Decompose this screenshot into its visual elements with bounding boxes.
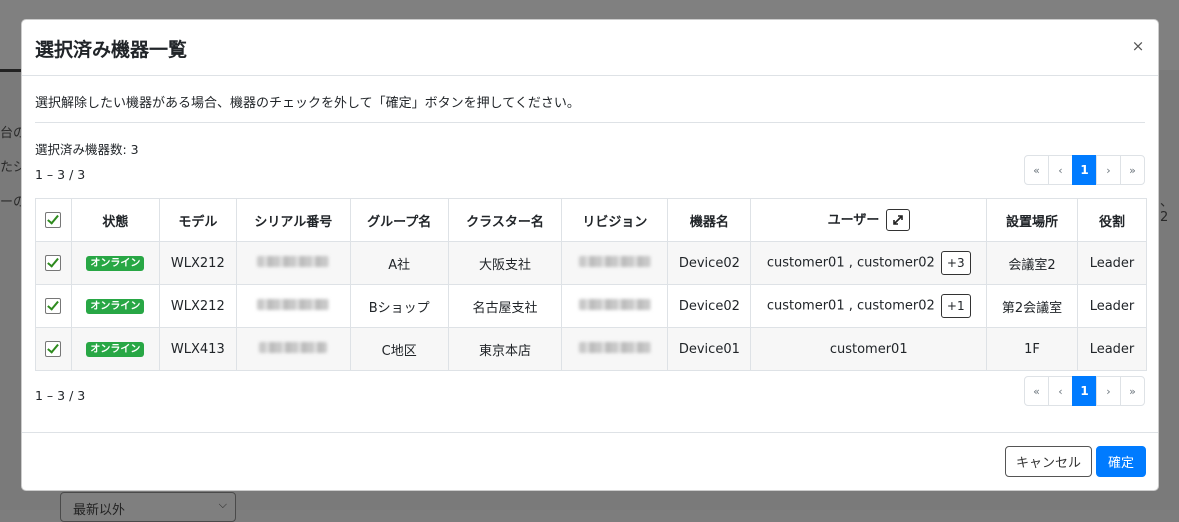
user-list: customer01 , customer02	[766, 255, 935, 271]
table-header-row: 状態 モデル シリアル番号 グループ名 クラスター名 リビジョン 機器名 ユーザ…	[35, 198, 1148, 242]
column-header-group: グループ名	[349, 198, 449, 242]
expand-icon[interactable]	[885, 209, 910, 232]
table-row: オンライン WLX413 C地区 東京本店 Device01 customer0…	[35, 327, 1148, 371]
table-row: オンライン WLX212 Bショップ 名古屋支社 Device02 custom…	[35, 284, 1148, 328]
modal-footer: キャンセル 確定	[22, 432, 1158, 490]
role-cell: Leader	[1076, 284, 1148, 328]
select-all-checkbox[interactable]	[45, 212, 62, 228]
location-cell: 第2会議室	[986, 284, 1078, 328]
column-header-revision: リビジョン	[561, 198, 669, 242]
select-all-header	[35, 198, 72, 242]
status-cell: オンライン	[70, 327, 160, 371]
pagination-next-button[interactable]: ›	[1096, 376, 1121, 406]
serial-cell	[235, 241, 351, 285]
model-cell: WLX212	[158, 241, 237, 285]
cluster-cell: 名古屋支社	[447, 284, 563, 328]
device-cell: Device02	[667, 241, 752, 285]
background-select-value: 最新以外	[73, 503, 126, 518]
status-badge: オンライン	[86, 342, 145, 357]
column-header-serial: シリアル番号	[235, 198, 351, 242]
status-badge: オンライン	[86, 299, 145, 314]
cluster-cell: 東京本店	[447, 327, 563, 371]
column-header-role: 役割	[1076, 198, 1148, 242]
column-header-user: ユーザー	[750, 198, 988, 242]
serial-redacted	[257, 298, 330, 310]
status-badge: オンライン	[86, 256, 145, 271]
row-select-cell	[35, 284, 72, 328]
pagination-page-button[interactable]: 1	[1072, 376, 1097, 406]
table-row: オンライン WLX212 A社 大阪支社 Device02 customer01…	[35, 241, 1148, 285]
location-cell: 1F	[986, 327, 1078, 371]
row-checkbox[interactable]	[45, 298, 62, 314]
user-list: customer01 , customer02	[766, 298, 935, 314]
pagination-next-button[interactable]: ›	[1096, 155, 1121, 185]
cancel-button[interactable]: キャンセル	[1004, 446, 1092, 477]
more-users-button[interactable]: +1	[940, 294, 971, 318]
pagination-first-button[interactable]: «	[1024, 376, 1049, 406]
close-icon[interactable]: ×	[1128, 37, 1148, 55]
role-cell: Leader	[1076, 241, 1148, 285]
user-list: customer01	[829, 341, 908, 357]
row-checkbox[interactable]	[45, 341, 62, 357]
row-checkbox[interactable]	[45, 255, 62, 271]
row-select-cell	[35, 327, 72, 371]
group-cell: A社	[349, 241, 449, 285]
column-header-model: モデル	[158, 198, 237, 242]
column-header-status: 状態	[70, 198, 160, 242]
user-cell: customer01 , customer02 +3	[750, 241, 988, 285]
revision-redacted	[578, 255, 651, 267]
device-cell: Device01	[667, 327, 752, 371]
more-users-button[interactable]: +3	[940, 251, 971, 275]
pagination-bottom: « ‹ 1 › »	[1024, 376, 1145, 406]
serial-redacted	[259, 341, 328, 353]
column-header-cluster: クラスター名	[447, 198, 563, 242]
devices-table: 状態 モデル シリアル番号 グループ名 クラスター名 リビジョン 機器名 ユーザ…	[35, 198, 1148, 371]
selected-devices-modal: 選択済み機器一覧 × 選択解除したい機器がある場合、機器のチェックを外して「確定…	[21, 19, 1159, 491]
instruction-text: 選択解除したい機器がある場合、機器のチェックを外して「確定」ボタンを押してくださ…	[35, 96, 580, 111]
column-header-location: 設置場所	[986, 198, 1078, 242]
device-cell: Device02	[667, 284, 752, 328]
status-cell: オンライン	[70, 241, 160, 285]
user-cell: customer01	[750, 327, 988, 371]
column-header-device: 機器名	[667, 198, 752, 242]
role-cell: Leader	[1076, 327, 1148, 371]
model-cell: WLX413	[158, 327, 237, 371]
range-indicator-bottom: 1 – 3 / 3	[35, 388, 86, 403]
serial-cell	[235, 284, 351, 328]
divider	[35, 122, 1145, 123]
pagination-last-button[interactable]: »	[1120, 155, 1145, 185]
serial-cell	[235, 327, 351, 371]
confirm-button[interactable]: 確定	[1095, 446, 1146, 477]
pagination-prev-button[interactable]: ‹	[1048, 155, 1073, 185]
revision-cell	[561, 241, 669, 285]
modal-title: 選択済み機器一覧	[35, 39, 188, 61]
pagination-top: « ‹ 1 › »	[1024, 155, 1145, 185]
pagination-prev-button[interactable]: ‹	[1048, 376, 1073, 406]
selected-count: 選択済み機器数: 3	[35, 142, 139, 157]
serial-redacted	[257, 255, 330, 267]
group-cell: Bショップ	[349, 284, 449, 328]
model-cell: WLX212	[158, 284, 237, 328]
cluster-cell: 大阪支社	[447, 241, 563, 285]
pagination-page-button[interactable]: 1	[1072, 155, 1097, 185]
background-text-fragment: 、2	[1160, 195, 1174, 225]
revision-cell	[561, 284, 669, 328]
revision-redacted	[578, 341, 651, 353]
background-tab-indicator	[0, 69, 22, 72]
column-header-user-label: ユーザー	[827, 212, 880, 228]
status-cell: オンライン	[70, 284, 160, 328]
location-cell: 会議室2	[986, 241, 1078, 285]
revision-redacted	[578, 298, 651, 310]
range-indicator-top: 1 – 3 / 3	[35, 167, 86, 182]
modal-header: 選択済み機器一覧 ×	[22, 20, 1158, 76]
pagination-first-button[interactable]: «	[1024, 155, 1049, 185]
revision-cell	[561, 327, 669, 371]
row-select-cell	[35, 241, 72, 285]
group-cell: C地区	[349, 327, 449, 371]
pagination-last-button[interactable]: »	[1120, 376, 1145, 406]
user-cell: customer01 , customer02 +1	[750, 284, 988, 328]
background-version-select[interactable]: 最新以外 ⌵	[60, 492, 236, 522]
